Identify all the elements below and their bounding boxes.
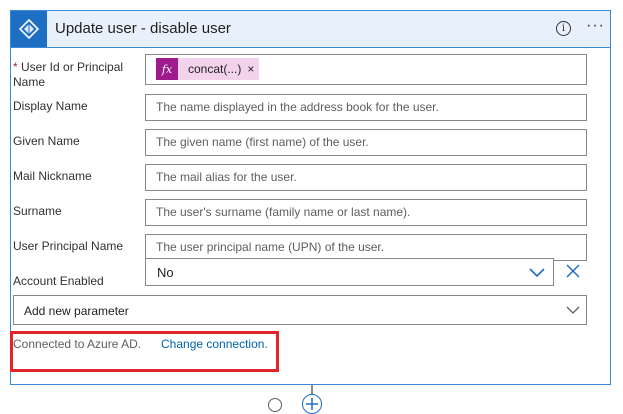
- token-text: concat(...): [188, 62, 242, 76]
- account-enabled-dropdown[interactable]: No: [145, 258, 554, 286]
- insert-step-icon[interactable]: [268, 398, 282, 412]
- change-connection-link[interactable]: Change connection.: [161, 337, 268, 351]
- connection-status: Connected to Azure AD.: [13, 337, 142, 351]
- upn-field[interactable]: The user principal name (UPN) of the use…: [145, 234, 587, 261]
- chevron-down-icon: [566, 306, 580, 314]
- card-title: Update user - disable user: [55, 20, 231, 37]
- add-step-icon[interactable]: [302, 394, 322, 414]
- account-enabled-value: No: [157, 265, 174, 280]
- given-name-field[interactable]: The given name (first name) of the user.: [145, 129, 587, 156]
- mail-nickname-field[interactable]: The mail alias for the user.: [145, 164, 587, 191]
- clear-value-icon[interactable]: [563, 261, 583, 281]
- more-options-icon[interactable]: ···: [586, 17, 605, 35]
- token-remove-icon[interactable]: ×: [247, 58, 259, 80]
- display-name-label: Display Name: [13, 99, 88, 113]
- surname-field[interactable]: The user's surname (family name or last …: [145, 199, 587, 226]
- display-name-field[interactable]: The name displayed in the address book f…: [145, 94, 587, 121]
- info-icon[interactable]: i: [556, 21, 571, 36]
- card-header[interactable]: Update user - disable user i ···: [11, 11, 610, 48]
- given-name-label: Given Name: [13, 134, 80, 148]
- account-enabled-label: Account Enabled: [13, 274, 104, 288]
- add-new-parameter-dropdown[interactable]: Add new parameter: [13, 295, 587, 325]
- chevron-down-icon[interactable]: [528, 267, 546, 279]
- surname-label: Surname: [13, 204, 62, 218]
- add-new-parameter-label: Add new parameter: [24, 304, 129, 318]
- user-id-label: * User Id or Principal Name: [13, 60, 138, 90]
- mail-nickname-label: Mail Nickname: [13, 169, 92, 183]
- fx-icon: fx: [156, 58, 178, 80]
- expression-token[interactable]: fx concat(...) ×: [156, 58, 260, 80]
- required-marker: *: [13, 60, 18, 74]
- azure-ad-icon: [11, 11, 47, 47]
- user-id-field[interactable]: fx concat(...) ×: [145, 54, 587, 85]
- user-id-label-text: User Id or Principal Name: [13, 60, 124, 89]
- upn-label: User Principal Name: [13, 239, 124, 253]
